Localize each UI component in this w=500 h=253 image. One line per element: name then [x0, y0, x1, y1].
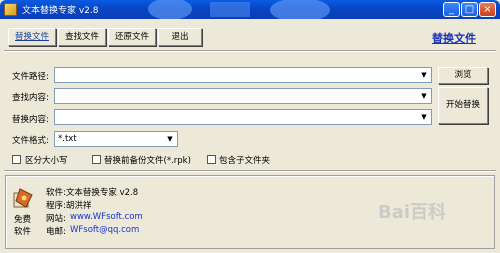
close-button[interactable]: ×: [479, 2, 496, 17]
subfolder-checkbox[interactable]: [207, 155, 216, 164]
format-label: 文件格式:: [12, 136, 49, 146]
minimize-button[interactable]: _: [443, 2, 460, 17]
case-checkbox-label: 区分大小写: [25, 156, 68, 166]
maximize-button[interactable]: □: [461, 2, 478, 17]
website-link[interactable]: www.WFsoft.com: [70, 212, 143, 222]
find-combobox[interactable]: ▼: [54, 88, 432, 104]
tab-restore-file[interactable]: 还原文件: [108, 28, 156, 46]
tab-find-file[interactable]: 查找文件: [58, 28, 106, 46]
page-title: 替换文件: [432, 32, 476, 45]
watermark: Bai百科: [378, 202, 447, 223]
backup-checkbox-label: 替换前备份文件(*.rpk): [104, 156, 191, 166]
subfolder-checkbox-label: 包含子文件夹: [219, 156, 271, 166]
start-replace-button[interactable]: 开始替换: [438, 87, 488, 124]
replace-label: 替换内容:: [12, 115, 49, 125]
software-info: 软件:文本替换专家 v2.8: [46, 188, 139, 198]
website-label: 网站:: [46, 214, 66, 224]
dropdown-arrow-icon[interactable]: ▼: [418, 111, 430, 123]
titlebar-decoration: [148, 0, 330, 19]
dropdown-arrow-icon[interactable]: ▼: [418, 69, 430, 81]
path-label: 文件路径:: [12, 72, 49, 82]
backup-checkbox[interactable]: [92, 155, 101, 164]
app-icon: [4, 3, 17, 16]
find-label: 查找内容:: [12, 93, 49, 103]
window-title: 文本替换专家 v2.8: [22, 6, 99, 16]
tab-replace-file[interactable]: 替换文件: [8, 28, 56, 46]
form-divider: [4, 170, 496, 172]
browse-button[interactable]: 浏览: [438, 67, 488, 84]
author-info: 程序:胡洪祥: [46, 201, 92, 211]
exit-button[interactable]: 退出: [158, 28, 202, 46]
title-bar[interactable]: 文本替换专家 v2.8 _ □ ×: [0, 0, 500, 19]
format-combobox[interactable]: *.txt ▼: [54, 131, 178, 147]
email-link[interactable]: WFsoft@qq.com: [70, 225, 139, 235]
toolbar-divider: [4, 50, 496, 52]
email-label: 电邮:: [46, 227, 66, 237]
free-label-2: 软件: [14, 227, 32, 237]
case-checkbox[interactable]: [12, 155, 21, 164]
dropdown-arrow-icon[interactable]: ▼: [418, 90, 430, 102]
free-software-icon: [13, 188, 33, 208]
dropdown-arrow-icon[interactable]: ▼: [164, 133, 176, 145]
free-label-1: 免费: [14, 215, 32, 225]
path-combobox[interactable]: ▼: [54, 67, 432, 83]
replace-combobox[interactable]: ▼: [54, 109, 432, 125]
